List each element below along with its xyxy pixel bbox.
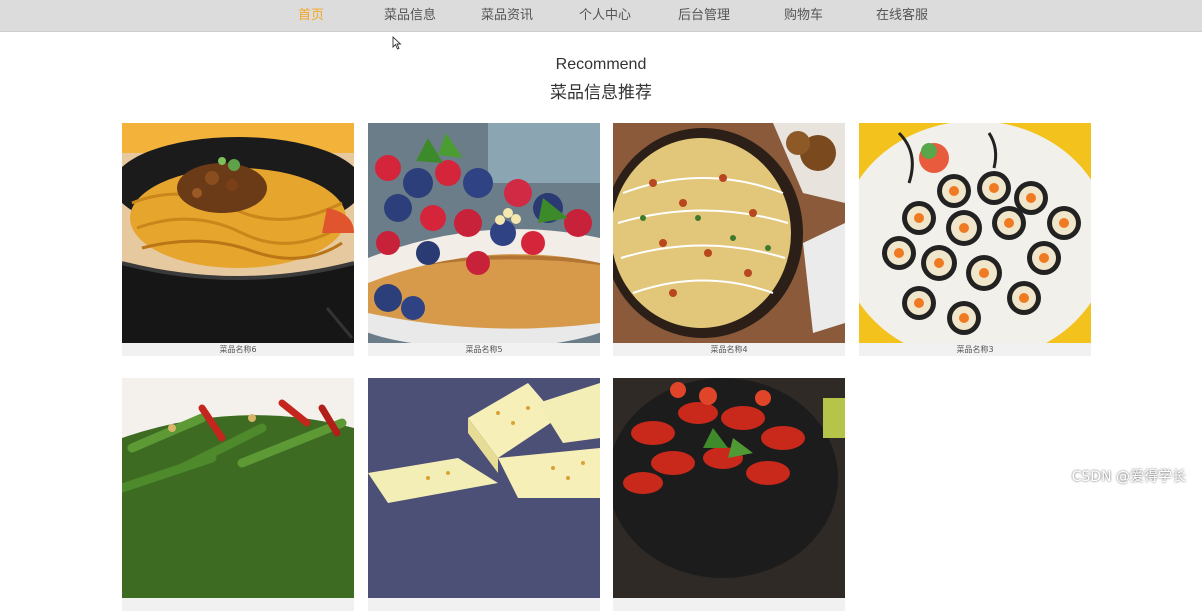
top-nav: 首页 菜品信息 菜品资讯 个人中心 后台管理 购物车 在线客服 (0, 0, 1202, 32)
dish-name[interactable] (122, 598, 354, 611)
nav-item-home[interactable]: 首页 (298, 4, 324, 23)
dish-card[interactable] (613, 378, 845, 611)
nav-item-news[interactable]: 菜品资讯 (481, 4, 533, 23)
dish-name[interactable] (368, 598, 600, 611)
dish-name[interactable]: 菜品名称4 (613, 343, 845, 356)
nav-item-support[interactable]: 在线客服 (876, 4, 928, 23)
nav-item-admin[interactable]: 后台管理 (678, 4, 730, 23)
section-title-en: Recommend (555, 56, 647, 73)
csdn-watermark: CSDN @爱得学长 (1071, 469, 1186, 485)
dish-image-berry-tart[interactable] (368, 123, 600, 343)
dish-card[interactable] (368, 378, 600, 611)
dish-image-noodles[interactable] (122, 123, 354, 343)
dish-card[interactable]: 菜品名称6 (122, 123, 354, 356)
dish-name[interactable]: 菜品名称5 (368, 343, 600, 356)
dish-image-green-beans[interactable] (122, 378, 354, 598)
dish-image-crayfish[interactable] (613, 378, 845, 598)
dish-image-cake-slices[interactable] (368, 378, 600, 598)
dish-image-sushi[interactable] (859, 123, 1091, 343)
dish-card[interactable]: 菜品名称4 (613, 123, 845, 356)
dish-card[interactable]: 菜品名称5 (368, 123, 600, 356)
dish-name[interactable]: 菜品名称3 (859, 343, 1091, 356)
dish-card[interactable] (122, 378, 354, 611)
dish-name[interactable]: 菜品名称6 (122, 343, 354, 356)
nav-item-profile[interactable]: 个人中心 (579, 4, 631, 23)
dish-card[interactable]: 菜品名称3 (859, 123, 1091, 356)
dish-image-pizza[interactable] (613, 123, 845, 343)
dish-name[interactable] (613, 598, 845, 611)
mouse-cursor-icon (392, 36, 402, 50)
nav-item-cart[interactable]: 购物车 (784, 4, 823, 23)
section-title-cn: 菜品信息推荐 (550, 83, 652, 103)
nav-item-dishes[interactable]: 菜品信息 (384, 4, 436, 23)
